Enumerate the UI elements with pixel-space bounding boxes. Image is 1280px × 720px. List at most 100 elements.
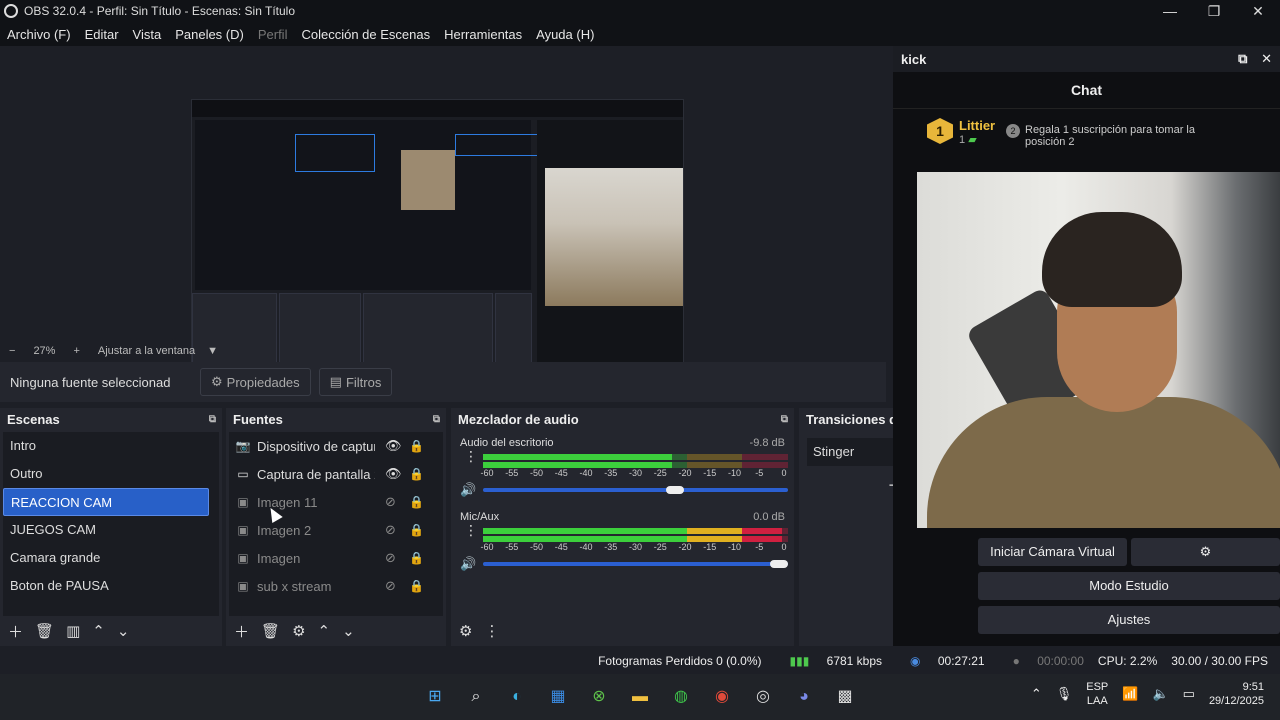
track-db: -9.8 dB [749, 437, 785, 449]
menu-coleccion[interactable]: Colección de Escenas [301, 27, 430, 42]
gift-username[interactable]: Littier [959, 118, 995, 133]
clock[interactable]: 9:51 29/12/2025 [1209, 680, 1264, 708]
move-up-icon[interactable]: ⌃ [318, 622, 331, 640]
lock-icon[interactable]: 🔒 [409, 467, 424, 481]
source-item[interactable]: ▭ Captura de pantalla 2 👁 🔒 [229, 460, 443, 488]
source-item[interactable]: ▣ Imagen 11 ⊘ 🔒 [229, 488, 443, 516]
start-virtual-cam-button[interactable]: Iniciar Cámara Virtual [978, 538, 1127, 566]
menu-herramientas[interactable]: Herramientas [444, 27, 522, 42]
obs-taskbar-icon[interactable]: ◎ [748, 682, 778, 712]
xbox-icon[interactable]: ⊗ [584, 682, 614, 712]
lock-icon[interactable]: 🔒 [409, 523, 424, 537]
hidden-eye-icon[interactable]: ⊘ [385, 578, 396, 594]
scene-item-juegos-cam[interactable]: JUEGOS CAM [3, 516, 219, 544]
windows-start-icon[interactable]: ⊞ [420, 682, 450, 712]
popout-icon[interactable]: ⧉ [781, 414, 788, 425]
virtual-cam-settings-icon[interactable]: ⚙ [1131, 538, 1280, 566]
no-source-label: Ninguna fuente seleccionada [10, 374, 170, 390]
move-down-icon[interactable]: ⌄ [342, 622, 355, 640]
game-icon[interactable]: ▩ [830, 682, 860, 712]
track-menu-icon[interactable]: ⋮ [464, 523, 478, 537]
zoom-out-button[interactable]: − [9, 345, 15, 357]
menu-archivo[interactable]: Archivo (F) [7, 27, 71, 42]
settings-button[interactable]: Ajustes [978, 606, 1280, 634]
chevron-up-icon[interactable]: ⌃ [1031, 686, 1042, 702]
track-menu-icon[interactable]: ⋮ [464, 449, 478, 463]
virtual-cam-row: Iniciar Cámara Virtual ⚙ [978, 538, 1280, 572]
hidden-eye-icon[interactable]: ⊘ [385, 550, 396, 566]
hidden-eye-icon[interactable]: ⊘ [385, 522, 396, 538]
close-button[interactable]: ✕ [1236, 0, 1280, 22]
lock-icon[interactable]: 🔒 [409, 495, 424, 509]
close-icon[interactable]: ✕ [1261, 51, 1272, 66]
volume-icon[interactable]: 🔈 [1152, 686, 1168, 702]
speaker-icon[interactable]: 🔊 [460, 556, 476, 572]
language-indicator[interactable]: ESP LAA [1086, 680, 1108, 708]
wifi-icon[interactable]: 📶 [1122, 686, 1138, 702]
delete-source-icon[interactable]: 🗑 [261, 622, 280, 640]
scene-item-boton-pausa[interactable]: Boton de PAUSA [3, 572, 219, 600]
program-preview[interactable] [191, 99, 684, 377]
studio-mode-button[interactable]: Modo Estudio [978, 572, 1280, 600]
mixer-settings-icon[interactable]: ⚙ [459, 622, 472, 640]
scene-item-outro[interactable]: Outro [3, 460, 219, 488]
store-icon[interactable]: ▦ [543, 682, 573, 712]
webcam-window[interactable] [917, 172, 1280, 528]
filters-button[interactable]: ▤ Filtros [318, 368, 393, 396]
source-item[interactable]: ▣ Imagen 2 ⊘ 🔒 [229, 516, 443, 544]
scene-filters-icon[interactable]: ▥ [66, 622, 80, 640]
scene-item-intro[interactable]: Intro [3, 432, 219, 460]
visibility-eye-icon[interactable]: 👁 [385, 466, 402, 482]
popout-icon[interactable]: ⧉ [1238, 51, 1247, 66]
maximize-button[interactable]: ❐ [1192, 0, 1236, 22]
add-source-icon[interactable]: ＋ [234, 621, 249, 642]
menu-ayuda[interactable]: Ayuda (H) [536, 27, 594, 42]
properties-button[interactable]: ⚙ Propiedades [200, 368, 311, 396]
add-scene-icon[interactable]: ＋ [8, 621, 23, 642]
chrome-icon[interactable]: ◉ [707, 682, 737, 712]
file-explorer-icon[interactable]: ▬ [625, 682, 655, 712]
source-item[interactable]: ▣ sub x stream ⊘ 🔒 [229, 572, 443, 600]
menu-perfil[interactable]: Perfil [258, 27, 288, 42]
source-item[interactable]: ▣ Imagen ⊘ 🔒 [229, 544, 443, 572]
volume-knob[interactable] [666, 486, 685, 494]
lock-icon[interactable]: 🔒 [409, 579, 424, 593]
popout-icon[interactable]: ⧉ [209, 414, 216, 425]
search-icon[interactable]: ⌕ [461, 682, 491, 712]
move-up-icon[interactable]: ⌃ [92, 622, 105, 640]
lock-icon[interactable]: 🔒 [409, 439, 424, 453]
popout-icon[interactable]: ⧉ [433, 414, 440, 425]
lock-icon[interactable]: 🔒 [409, 551, 424, 565]
battery-icon[interactable]: ▭ [1183, 686, 1195, 702]
mixer-menu-icon[interactable]: ⋮ [484, 622, 499, 640]
meter-band [742, 454, 788, 460]
microphone-icon[interactable]: 🎙 [1056, 686, 1073, 702]
gift-prompt: 2 Regala 1 suscripción para tomar la pos… [1006, 124, 1226, 148]
whatsapp-icon[interactable]: ◍ [666, 682, 696, 712]
volume-slider[interactable] [483, 486, 788, 494]
menu-vista[interactable]: Vista [133, 27, 162, 42]
scene-item-reaccion-cam[interactable]: REACCION CAM [3, 488, 209, 516]
image-icon: ▣ [237, 551, 249, 565]
volume-slider[interactable] [483, 560, 788, 568]
minimize-button[interactable]: — [1148, 0, 1192, 22]
discord-icon[interactable]: ◕ [789, 682, 819, 712]
visibility-eye-icon[interactable]: 👁 [385, 438, 402, 454]
move-down-icon[interactable]: ⌄ [117, 622, 130, 640]
source-properties-icon[interactable]: ⚙ [292, 622, 305, 640]
menu-paneles[interactable]: Paneles (D) [175, 27, 244, 42]
gift-count: 1 [959, 134, 966, 146]
zoom-dropdown-icon[interactable]: ▼ [207, 345, 218, 357]
source-item[interactable]: 📷 Dispositivo de captura 👁 🔒 [229, 432, 443, 460]
scene-item-camara-grande[interactable]: Camara grande [3, 544, 219, 572]
edge-icon[interactable]: ◐ [502, 682, 532, 712]
menu-editar[interactable]: Editar [85, 27, 119, 42]
title-bar: OBS 32.0.4 - Perfil: Sin Título - Escena… [0, 0, 1280, 22]
hidden-eye-icon[interactable]: ⊘ [385, 494, 396, 510]
volume-knob[interactable] [769, 560, 788, 568]
meter-tick-label: -60 [480, 468, 494, 478]
fit-window-button[interactable]: Ajustar a la ventana [98, 345, 195, 357]
delete-scene-icon[interactable]: 🗑 [35, 622, 54, 640]
speaker-icon[interactable]: 🔊 [460, 482, 476, 498]
zoom-in-button[interactable]: + [73, 345, 79, 357]
